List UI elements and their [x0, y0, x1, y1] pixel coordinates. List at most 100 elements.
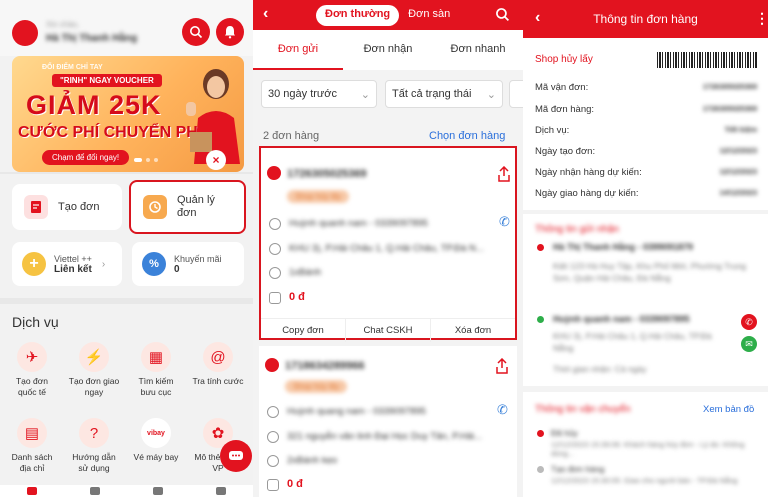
order-list-screen: ‹ Đơn thường Đơn sàn Đơn gửi Đơn nhận Đơ…	[253, 0, 523, 497]
manage-orders-label: Quản lý đơn	[177, 194, 215, 219]
event-dot	[537, 430, 544, 437]
order-field-row: Ngày giao hàng dự kiến: 14/12/2023	[535, 188, 757, 199]
order-card[interactable]: 1718634289966 Shop hủy lấy Huỳnh quang n…	[259, 346, 517, 497]
order-info-box: Shop hủy lấy	[523, 38, 768, 210]
extra-filter[interactable]	[509, 80, 523, 108]
order-detail-screen: ‹ Thông tin đơn hàng ⋮ Shop hủy lấy Thôn…	[523, 0, 768, 497]
service-item[interactable]: ✈ Tạo đơn quốc tế	[6, 342, 58, 398]
services-grid: ✈ Tạo đơn quốc tế ⚡ Tạo đơn giao ngay ▦ Tìm k…	[6, 342, 250, 482]
chat-receiver-button[interactable]: ✉	[741, 336, 757, 352]
more-icon[interactable]: ⋮	[755, 10, 768, 27]
event-desc: 12/12/2023 15:39:06: Khách hàng hủy đơn …	[551, 440, 745, 458]
viettel-link-card[interactable]: + Viettel ++ Liên kết ›	[12, 242, 122, 286]
package-icon	[269, 267, 281, 279]
status-badge: Shop hủy lấy	[285, 380, 348, 393]
banner-cta[interactable]: Chạm để đổi ngay!	[42, 150, 130, 165]
order-actions: Copy đơn Chat CSKH Xóa đơn	[261, 318, 515, 342]
close-icon: ×	[212, 153, 220, 167]
chat-support-button[interactable]: Chat CSKH	[345, 319, 430, 342]
service-item[interactable]: ? Hướng dẫn sử dụng	[68, 418, 120, 474]
call-receiver-button[interactable]: ✆	[741, 314, 757, 330]
phone-icon: ✆	[745, 316, 753, 327]
item-text: 1xBánh	[289, 267, 322, 278]
service-item[interactable]: @ Tra tính cước	[192, 342, 244, 387]
copy-order-button[interactable]: Copy đơn	[261, 319, 345, 342]
view-map-link[interactable]: Xem bản đồ	[703, 404, 754, 415]
status-filter[interactable]: Tất cả trạng thái ⌄	[385, 80, 503, 108]
service-label: Tra tính cước	[192, 376, 244, 386]
service-label: Tạo đơn giao ngay	[68, 376, 120, 397]
package-icon	[267, 455, 279, 467]
bottom-nav	[0, 485, 253, 497]
service-icon: vibay	[141, 418, 171, 448]
status-badge: Shop hủy lấy	[287, 190, 350, 203]
banner-close-button[interactable]: ×	[206, 150, 226, 170]
bell-icon	[225, 26, 235, 39]
create-order-card[interactable]: Tạo đơn	[12, 184, 122, 230]
services-title: Dịch vụ	[12, 314, 59, 330]
select-orders-link[interactable]: Chọn đơn hàng	[429, 130, 505, 142]
service-item[interactable]: ▤ Danh sách địa chỉ	[6, 418, 58, 474]
segment-regular[interactable]: Đơn thường	[316, 5, 400, 26]
order-code: 1726305025369	[287, 168, 367, 180]
orders-icon[interactable]	[89, 487, 100, 495]
address-text: KHU 3), P.Hải Châu 1, Q.Hải Châu, TP.Đà …	[289, 243, 484, 254]
field-label: Ngày tạo đơn:	[535, 146, 596, 157]
location-icon	[267, 431, 279, 443]
service-icon: ▦	[141, 342, 171, 372]
banner-tag: "RINH" NGAY VOUCHER	[52, 74, 162, 87]
promo-banner[interactable]: ĐỔI ĐIỂM CHỈ TAY "RINH" NGAY VOUCHER GIẢ…	[12, 56, 244, 172]
back-arrow-icon[interactable]: ‹	[263, 5, 268, 23]
user-icon	[269, 218, 281, 230]
banner-headline: GIẢM 25K	[26, 90, 162, 120]
chat-icon: ✉	[745, 338, 753, 349]
settings-icon[interactable]	[216, 487, 227, 495]
field-value: 14/12/2023	[719, 188, 757, 197]
order-field-row: Ngày nhận hàng dự kiến: 12/12/2023	[535, 167, 757, 178]
search-button[interactable]	[182, 18, 210, 46]
chevron-down-icon: ⌄	[360, 88, 370, 101]
create-order-label: Tạo đơn	[58, 201, 100, 213]
field-label: Ngày giao hàng dự kiến:	[535, 188, 639, 199]
delete-order-button[interactable]: Xóa đơn	[430, 319, 515, 342]
segment-marketplace[interactable]: Đơn sàn	[399, 5, 459, 26]
phone-icon[interactable]: ✆	[499, 214, 510, 230]
pagination-dot	[154, 158, 158, 162]
receiver-text: Huỳnh quang nam - 0339097895	[287, 406, 426, 417]
home-icon[interactable]	[26, 487, 37, 495]
service-label: Tạo đơn quốc tế	[15, 376, 49, 397]
event-dot	[537, 466, 544, 473]
tab-received[interactable]: Đơn nhận	[343, 30, 433, 70]
avatar[interactable]	[12, 20, 38, 46]
manage-orders-card[interactable]: Quản lý đơn	[129, 180, 246, 234]
shop-icon	[265, 358, 279, 372]
pagination-dot	[134, 158, 142, 162]
list-icon[interactable]	[153, 487, 164, 495]
field-value: 1726305025369	[702, 82, 757, 91]
share-icon[interactable]	[495, 358, 509, 374]
date-filter[interactable]: 30 ngày trước ⌄	[261, 80, 377, 108]
service-item[interactable]: ⚡ Tạo đơn giao ngay	[68, 342, 120, 398]
promotions-card[interactable]: % Khuyến mãi 0	[132, 242, 244, 286]
service-item[interactable]: vibay Vé máy bay	[130, 418, 182, 463]
cash-icon	[267, 479, 279, 491]
pagination-dot	[146, 158, 150, 162]
search-icon[interactable]	[495, 7, 510, 22]
status-filter-label: Tất cả trạng thái	[392, 88, 472, 100]
greeting-text: Xin chào,	[46, 20, 80, 29]
service-label: Hướng dẫn sử dụng	[72, 452, 116, 473]
tab-sent[interactable]: Đơn gửi	[253, 30, 343, 70]
sender-dot	[537, 244, 544, 251]
order-field-row: Ngày tạo đơn: 12/12/2023	[535, 146, 757, 157]
home-screen: Xin chào, Hà Thị Thanh Hằng ĐỔI ĐIỂM CHỈ…	[0, 0, 253, 497]
phone-icon[interactable]: ✆	[497, 402, 508, 418]
tab-express[interactable]: Đơn nhanh	[433, 30, 523, 70]
support-fab[interactable]	[220, 440, 252, 472]
order-amount: 0 đ	[287, 478, 303, 490]
order-card[interactable]: 1726305025369 Shop hủy lấy Huỳnh quanh n…	[259, 146, 517, 342]
service-item[interactable]: ▦ Tìm kiếm bưu cục	[130, 342, 182, 398]
order-status: Shop hủy lấy	[535, 54, 593, 65]
notification-button[interactable]	[216, 18, 244, 46]
share-icon[interactable]	[497, 166, 511, 182]
event-desc: 12/12/2023 15:30:05: Giao cho người bán …	[551, 476, 738, 485]
